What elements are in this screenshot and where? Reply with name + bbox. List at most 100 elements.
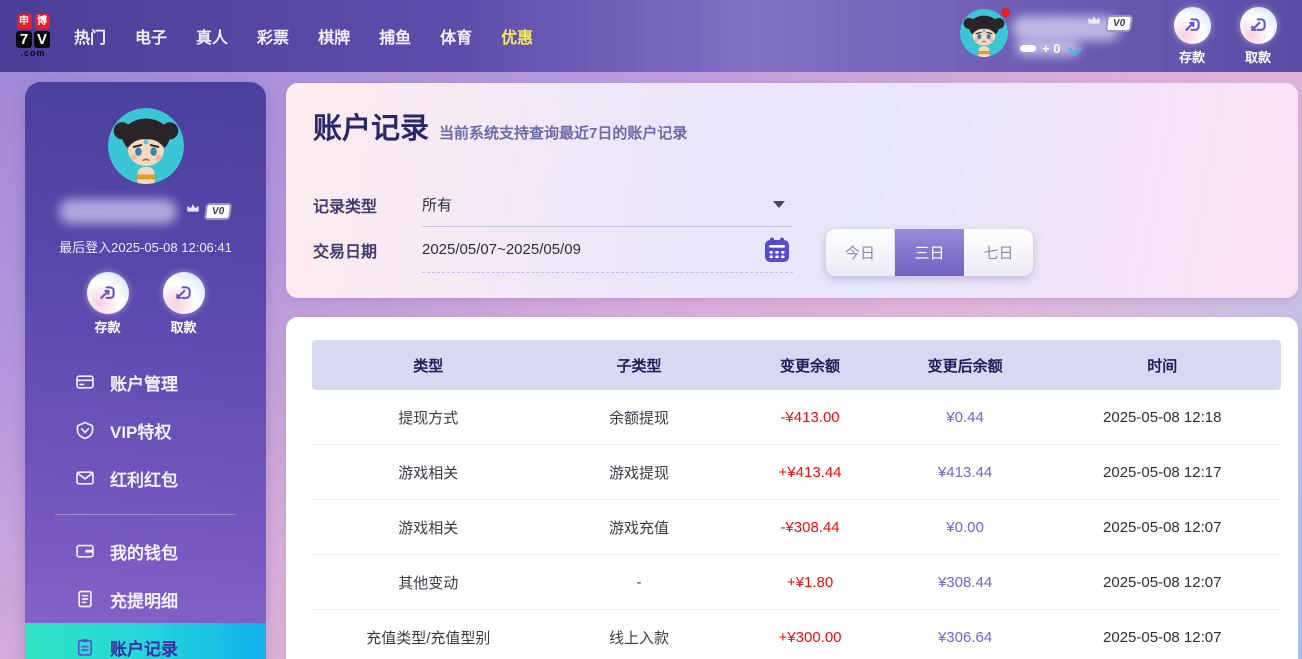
column-header: 变更余额: [734, 355, 887, 376]
cell-subtype: 线上入款: [545, 627, 734, 648]
withdraw-button[interactable]: 取款: [1232, 7, 1284, 66]
range-button-today[interactable]: 今日: [826, 229, 895, 276]
refresh-balance-icon[interactable]: [1068, 44, 1082, 62]
logo-badge: 申: [17, 14, 32, 29]
table-row: 游戏相关 游戏充值 -¥308.44 ¥0.00 2025-05-08 12:0…: [312, 500, 1281, 555]
blurred-profile-name: [59, 199, 177, 224]
cell-balance-after: ¥0.44: [887, 409, 1044, 426]
range-button-three-days[interactable]: 三日: [895, 229, 964, 276]
sidebar-item-vip-privileges[interactable]: VIP特权: [25, 406, 266, 454]
table-row: 充值类型/充值型别 线上入款 +¥300.00 ¥306.64 2025-05-…: [312, 610, 1281, 659]
last-login-text: 最后登入2025-05-08 12:06:41: [59, 237, 232, 256]
withdraw-arrow-icon: [163, 272, 205, 314]
cell-type: 游戏相关: [312, 462, 545, 483]
sidebar-item-account-management[interactable]: 账户管理: [25, 358, 266, 406]
envelope-icon: [75, 468, 95, 488]
logo-letter: V: [34, 31, 50, 48]
calendar-icon[interactable]: [763, 236, 791, 264]
date-range-value: 2025/05/07~2025/05/09: [422, 241, 763, 258]
profile-block: V0 最后登入2025-05-08 12:06:41 存款 取款: [25, 82, 266, 336]
table-body: 提现方式 余额提现 -¥413.00 ¥0.44 2025-05-08 12:1…: [312, 390, 1281, 659]
cell-time: 2025-05-08 12:07: [1044, 629, 1281, 646]
date-range-input[interactable]: 2025/05/07~2025/05/09: [422, 227, 793, 273]
deposit-button[interactable]: 存款: [82, 272, 134, 336]
cell-time: 2025-05-08 12:18: [1044, 409, 1281, 426]
cell-subtype: 游戏提现: [545, 462, 734, 483]
notification-dot: [1001, 8, 1010, 17]
sidebar-item-label: 账户记录: [110, 635, 178, 659]
sidebar-item-my-wallet[interactable]: 我的钱包: [25, 527, 266, 575]
balance-text: + 0: [1042, 41, 1060, 56]
column-header: 时间: [1044, 355, 1281, 376]
nav-item-hot[interactable]: 热门: [74, 24, 106, 48]
date-quick-range-group: 今日三日七日: [826, 229, 1033, 276]
cell-balance-after: ¥306.64: [887, 629, 1044, 646]
wallet-icon: [75, 541, 95, 561]
table-header-row: 类型子类型变更余额变更后余额时间: [312, 340, 1281, 390]
withdraw-arrow-icon: [1240, 7, 1277, 44]
cell-type: 提现方式: [312, 407, 545, 428]
record-type-select[interactable]: 所有: [422, 183, 793, 227]
cell-balance-after: ¥413.44: [887, 464, 1044, 481]
sidebar-item-label: VIP特权: [110, 418, 171, 443]
sidebar-item-account-records[interactable]: 账户记录: [25, 623, 266, 659]
records-table-card: 类型子类型变更余额变更后余额时间 提现方式 余额提现 -¥413.00 ¥0.4…: [286, 317, 1298, 659]
nav-item-promotions[interactable]: 优惠: [501, 24, 533, 48]
table-row: 游戏相关 游戏提现 +¥413.44 ¥413.44 2025-05-08 12…: [312, 445, 1281, 500]
sidebar-item-label: 充提明细: [110, 587, 178, 612]
nav-item-fishing[interactable]: 捕鱼: [379, 24, 411, 48]
deposit-arrow-icon: [1174, 7, 1211, 44]
sidebar-item-label: 账户管理: [110, 370, 178, 395]
nav-item-sports[interactable]: 体育: [440, 24, 472, 48]
top-navbar: 申博 7V .com 热门 电子 真人 彩票 棋牌 捕鱼 体育 优惠 + 0 V0 存款 取款: [0, 0, 1302, 72]
sidebar: V0 最后登入2025-05-08 12:06:41 存款 取款 账户管理 VI…: [25, 82, 266, 659]
nav-item-lottery[interactable]: 彩票: [257, 24, 289, 48]
cell-time: 2025-05-08 12:07: [1044, 519, 1281, 536]
cell-time: 2025-05-08 12:07: [1044, 574, 1281, 591]
cell-balance-after: ¥308.44: [887, 574, 1044, 591]
clipboard-icon: [75, 637, 95, 657]
logo-name: 7V: [16, 31, 50, 48]
nav-item-board-games[interactable]: 棋牌: [318, 24, 350, 48]
date-range-label: 交易日期: [313, 227, 422, 273]
cell-subtype: 余额提现: [545, 407, 734, 428]
deposit-button[interactable]: 存款: [1166, 7, 1218, 66]
logo-badge: 博: [35, 14, 50, 29]
document-icon: [75, 589, 95, 609]
record-type-value: 所有: [422, 194, 773, 215]
vip-crown-icon: [1084, 13, 1104, 33]
cell-type: 其他变动: [312, 572, 545, 593]
menu-divider: [55, 514, 236, 515]
table-row: 提现方式 余额提现 -¥413.00 ¥0.44 2025-05-08 12:1…: [312, 390, 1281, 445]
sidebar-item-label: 红利红包: [110, 466, 178, 491]
sidebar-item-bonus-red-packet[interactable]: 红利红包: [25, 454, 266, 502]
logo-suffix: .com: [20, 49, 45, 58]
profile-avatar[interactable]: [108, 108, 184, 184]
cell-time: 2025-05-08 12:17: [1044, 464, 1281, 481]
site-logo[interactable]: 申博 7V .com: [16, 14, 50, 58]
cell-change-amount: +¥413.44: [734, 464, 887, 481]
sidebar-item-deposit-withdraw-details[interactable]: 充提明细: [25, 575, 266, 623]
wallet-mini-icon: [1020, 45, 1036, 52]
nav-item-slots[interactable]: 电子: [135, 24, 167, 48]
cell-type: 充值类型/充值型别: [312, 627, 545, 648]
table-row: 其他变动 - +¥1.80 ¥308.44 2025-05-08 12:07: [312, 555, 1281, 610]
record-type-label: 记录类型: [313, 183, 422, 227]
user-avatar[interactable]: [960, 9, 1008, 57]
page-subtitle: 当前系统支持查询最近7日的账户记录: [439, 122, 687, 143]
column-header: 子类型: [545, 355, 734, 376]
logo-badges: 申博: [17, 14, 50, 29]
cell-balance-after: ¥0.00: [887, 519, 1044, 536]
cell-type: 游戏相关: [312, 517, 545, 538]
range-button-seven-days[interactable]: 七日: [964, 229, 1033, 276]
nav-item-live[interactable]: 真人: [196, 24, 228, 48]
sidebar-item-label: 我的钱包: [110, 539, 178, 564]
column-header: 类型: [312, 355, 545, 376]
main-nav: 热门 电子 真人 彩票 棋牌 捕鱼 体育 优惠: [74, 24, 533, 48]
vip-level-badge[interactable]: V0: [1105, 15, 1134, 32]
cell-subtype: -: [545, 574, 734, 591]
user-cluster: + 0 V0: [960, 4, 1160, 68]
withdraw-button[interactable]: 取款: [158, 272, 210, 336]
vip-level-badge[interactable]: V0: [204, 203, 233, 220]
cell-change-amount: -¥413.00: [734, 409, 887, 426]
